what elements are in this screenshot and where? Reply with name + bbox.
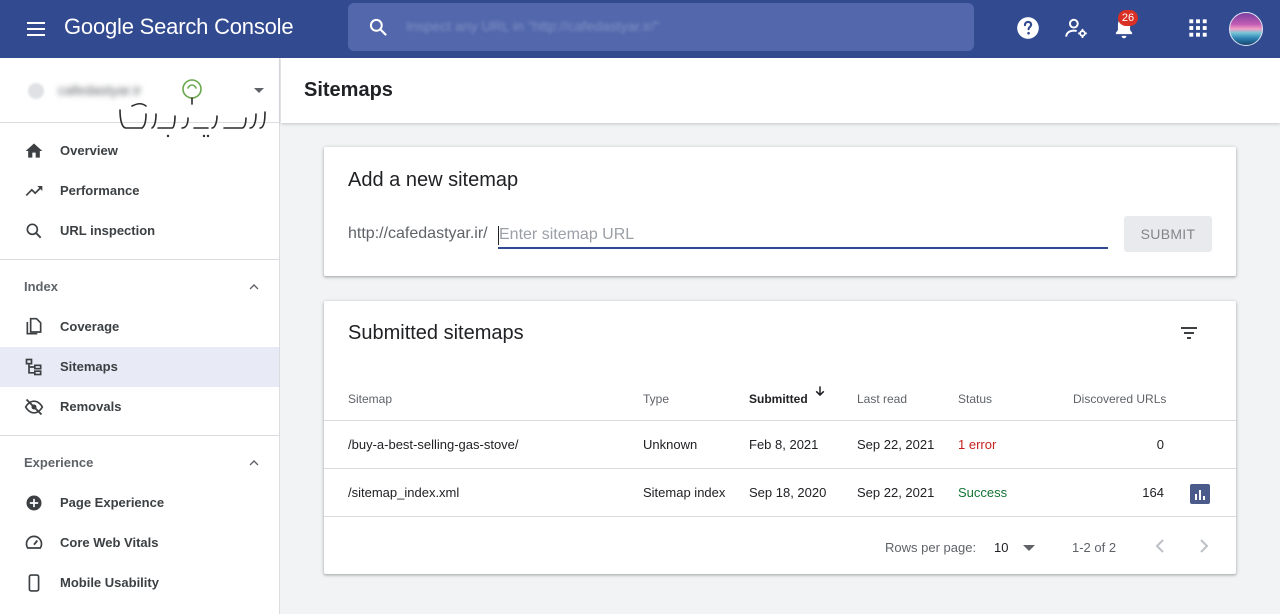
table-header: Sitemap Type Submitted Last read Status …: [324, 373, 1236, 421]
sidebar: cafedastyar.ir Overview Performance URL …: [0, 58, 280, 614]
url-inspection-search[interactable]: Inspect any URL in "http://cafedastyar.i…: [348, 3, 974, 51]
file-copy-icon: [26, 317, 42, 335]
nav-mobile-usability[interactable]: Mobile Usability: [0, 563, 279, 603]
cell-status: 1 error: [958, 437, 997, 452]
page-header: Sitemaps: [281, 58, 1280, 123]
nav-url-inspection[interactable]: URL inspection: [0, 211, 279, 251]
app-title[interactable]: Google Search Console: [64, 14, 294, 40]
text-cursor: [498, 226, 499, 245]
arrow-down-icon[interactable]: [813, 384, 827, 398]
section-experience-title: Experience: [24, 455, 94, 470]
cell-discovered-urls: 0: [1156, 437, 1164, 452]
home-icon: [25, 143, 43, 158]
notifications-badge: 26: [1118, 10, 1138, 26]
help-icon[interactable]: [1015, 15, 1041, 41]
submit-button[interactable]: SUBMIT: [1124, 216, 1212, 252]
speed-icon: [25, 535, 43, 549]
chevron-up-icon: [249, 460, 259, 466]
column-status[interactable]: Status: [958, 392, 992, 406]
pagination-range: 1-2 of 2: [1072, 540, 1117, 555]
nav-url-inspection-label: URL inspection: [60, 223, 156, 238]
add-circle-icon: [26, 495, 42, 511]
column-type[interactable]: Type: [643, 392, 669, 406]
trending-up-icon: [25, 186, 43, 196]
add-sitemap-card: Add a new sitemap http://cafedastyar.ir/…: [324, 147, 1236, 276]
nav-core-web-vitals[interactable]: Core Web Vitals: [0, 523, 279, 563]
sidebar-divider: [0, 435, 279, 436]
nav-performance[interactable]: Performance: [0, 171, 279, 211]
submitted-sitemaps-title: Submitted sitemaps: [348, 322, 524, 344]
menu-icon[interactable]: [24, 17, 48, 41]
sitemap-url-prefix: http://cafedastyar.ir/: [348, 225, 488, 242]
nav-overview[interactable]: Overview: [0, 131, 279, 171]
nav-sitemaps-label: Sitemaps: [60, 359, 118, 374]
nav-mobile-usability-label: Mobile Usability: [60, 575, 159, 590]
cell-status: Success: [958, 485, 1008, 500]
column-last-read[interactable]: Last read: [857, 392, 907, 406]
nav-coverage-label: Coverage: [60, 319, 120, 334]
nav-performance-label: Performance: [60, 183, 140, 198]
nav-removals[interactable]: Removals: [0, 387, 279, 427]
section-index-header[interactable]: Index: [0, 267, 279, 307]
nav-removals-label: Removals: [60, 399, 122, 414]
submitted-sitemaps-card: Submitted sitemaps Sitemap Type Submitte…: [324, 301, 1236, 574]
cell-sitemap: /sitemap_index.xml: [348, 485, 460, 500]
property-icon: [28, 83, 44, 99]
search-placeholder: Inspect any URL in "http://cafedastyar.i…: [406, 18, 660, 34]
nav-page-experience-label: Page Experience: [60, 495, 165, 510]
table-row[interactable]: /sitemap_index.xml Sitemap index Sep 18,…: [324, 469, 1236, 517]
page-title: Sitemaps: [304, 79, 393, 101]
manage-accounts-icon[interactable]: [1063, 15, 1089, 41]
cell-last-read: Sep 22, 2021: [857, 437, 935, 452]
nav-page-experience[interactable]: Page Experience: [0, 483, 279, 523]
column-discovered-urls[interactable]: Discovered URLs: [1073, 392, 1166, 406]
cell-submitted: Sep 18, 2020: [749, 485, 827, 500]
cell-submitted: Feb 8, 2021: [749, 437, 819, 452]
cell-sitemap: /buy-a-best-selling-gas-stove/: [348, 437, 519, 452]
chevron-up-icon: [249, 284, 259, 290]
chevron-left-icon[interactable]: [1148, 534, 1172, 558]
section-index-title: Index: [24, 279, 58, 294]
sitemap-url-input[interactable]: [498, 223, 1108, 249]
search-icon: [369, 18, 387, 36]
table-row[interactable]: /buy-a-best-selling-gas-stove/ Unknown F…: [324, 421, 1236, 469]
column-sitemap[interactable]: Sitemap: [348, 392, 392, 406]
smartphone-icon: [28, 574, 40, 592]
apps-grid-icon[interactable]: [1185, 15, 1211, 41]
cell-type: Sitemap index: [643, 485, 726, 500]
section-experience-header[interactable]: Experience: [0, 443, 279, 483]
nav-core-web-vitals-label: Core Web Vitals: [60, 535, 159, 550]
account-avatar[interactable]: [1229, 12, 1263, 46]
visibility-off-icon: [24, 398, 44, 416]
nav-coverage[interactable]: Coverage: [0, 307, 279, 347]
top-app-bar: Google Search Console Inspect any URL in…: [0, 0, 1280, 58]
add-sitemap-title: Add a new sitemap: [348, 169, 519, 191]
nav-overview-label: Overview: [60, 143, 118, 158]
nav-sitemaps[interactable]: Sitemaps: [0, 347, 279, 387]
search-icon: [26, 223, 42, 239]
filter-icon[interactable]: [1177, 321, 1201, 345]
cell-type: Unknown: [643, 437, 698, 452]
column-submitted[interactable]: Submitted: [749, 392, 808, 406]
chevron-right-icon[interactable]: [1192, 534, 1216, 558]
sidebar-divider: [0, 259, 279, 260]
cell-discovered-urls: 164: [1142, 485, 1164, 500]
table-pagination: Rows per page: 10 1-2 of 2: [324, 519, 1236, 574]
cell-last-read: Sep 22, 2021: [857, 485, 935, 500]
bar-chart-icon[interactable]: [1190, 484, 1210, 504]
sitemap-icon: [25, 358, 42, 376]
dropdown-arrow-icon[interactable]: [1023, 545, 1035, 551]
rows-per-page-label: Rows per page:: [885, 540, 977, 555]
rows-per-page-select[interactable]: 10: [994, 540, 1008, 555]
